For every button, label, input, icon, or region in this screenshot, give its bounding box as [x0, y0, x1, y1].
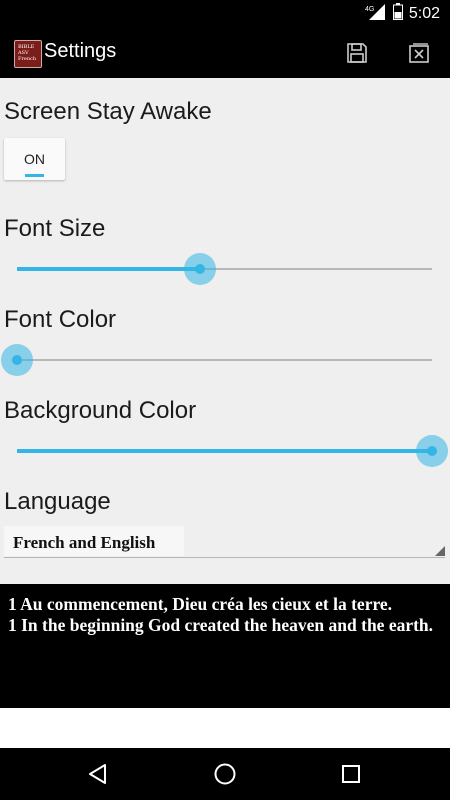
toggle-indicator	[25, 174, 44, 177]
app-logo-text: BIBLE ASV French	[18, 44, 37, 62]
status-time: 5:02	[408, 5, 440, 22]
network-type-label: 4G	[365, 6, 374, 13]
home-icon[interactable]	[211, 760, 239, 788]
font-color-label: Font Color	[4, 306, 117, 333]
save-icon[interactable]	[344, 40, 370, 66]
back-icon[interactable]	[84, 760, 112, 788]
status-bar: 4G 5:02	[0, 0, 450, 28]
dropdown-arrow-icon	[435, 546, 445, 556]
app-logo-icon[interactable]: BIBLE ASV French	[14, 40, 42, 68]
font-color-slider[interactable]	[1, 344, 432, 376]
screen-awake-toggle[interactable]: ON	[4, 138, 65, 180]
slider-thumb[interactable]	[416, 435, 448, 467]
background-color-label: Background Color	[4, 397, 197, 424]
battery-icon	[392, 3, 403, 25]
language-dropdown-box: French and English	[4, 526, 184, 556]
settings-panel: Screen Stay Awake ON Font Size Font Colo…	[0, 78, 450, 584]
signal-icon: 4G	[365, 3, 387, 25]
background-color-slider[interactable]	[17, 435, 448, 467]
preview-line-english: 1 In the beginning God created the heave…	[8, 615, 434, 635]
app-bar: BIBLE ASV French Settings	[0, 28, 450, 78]
slider-thumb[interactable]	[183, 253, 216, 285]
toggle-state: ON	[24, 151, 45, 167]
navigation-bar	[0, 748, 450, 800]
slider-thumb[interactable]	[1, 344, 33, 376]
screen-awake-label: Screen Stay Awake	[4, 98, 212, 125]
slider-fill	[17, 267, 200, 271]
close-icon[interactable]	[406, 40, 432, 66]
font-size-label: Font Size	[4, 215, 106, 242]
slider-fill	[17, 449, 432, 453]
verse-preview: 1 Au commencement, Dieu créa les cieux e…	[0, 584, 450, 708]
language-dropdown[interactable]: French and English	[4, 526, 445, 558]
language-selected: French and English	[13, 533, 156, 552]
font-size-slider[interactable]	[17, 253, 432, 285]
recents-icon[interactable]	[337, 760, 365, 788]
page-title: Settings	[44, 40, 117, 62]
preview-line-french: 1 Au commencement, Dieu créa les cieux e…	[8, 594, 393, 614]
language-label: Language	[4, 488, 111, 515]
